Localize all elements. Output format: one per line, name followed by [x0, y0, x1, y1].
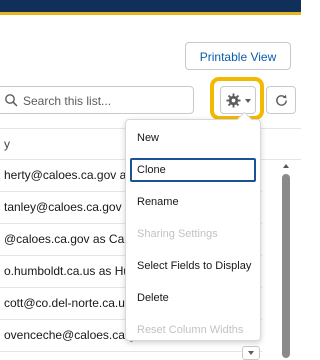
scrollbar[interactable]: [280, 160, 292, 358]
settings-highlight: [210, 77, 264, 120]
refresh-icon: [276, 94, 287, 106]
menu-item-sharing-settings: Sharing Settings: [137, 228, 218, 240]
scroll-up-arrow-icon[interactable]: [283, 164, 289, 168]
column-header-label: y: [4, 137, 10, 151]
menu-item-rename[interactable]: Rename: [130, 190, 256, 214]
scrollbar-thumb[interactable]: [282, 174, 290, 358]
search-placeholder: Search this list...: [23, 94, 112, 108]
search-icon: [5, 94, 18, 107]
app-header-bar: [0, 0, 301, 12]
menu-item-new[interactable]: New: [130, 126, 256, 150]
list-settings-menu: New Clone Rename Sharing Settings Select…: [125, 111, 261, 341]
menu-item-clone[interactable]: Clone: [130, 158, 256, 182]
printable-view-button[interactable]: Printable View: [185, 42, 291, 70]
refresh-button[interactable]: [266, 86, 296, 114]
menu-item-reset-column-widths: Reset Column Widths: [137, 324, 244, 336]
search-input[interactable]: Search this list...: [0, 86, 194, 114]
chevron-down-icon: [248, 351, 254, 355]
menu-item-select-fields[interactable]: Select Fields to Display: [130, 254, 256, 278]
menu-item-delete[interactable]: Delete: [130, 286, 256, 310]
app-header-accent: [0, 12, 301, 15]
